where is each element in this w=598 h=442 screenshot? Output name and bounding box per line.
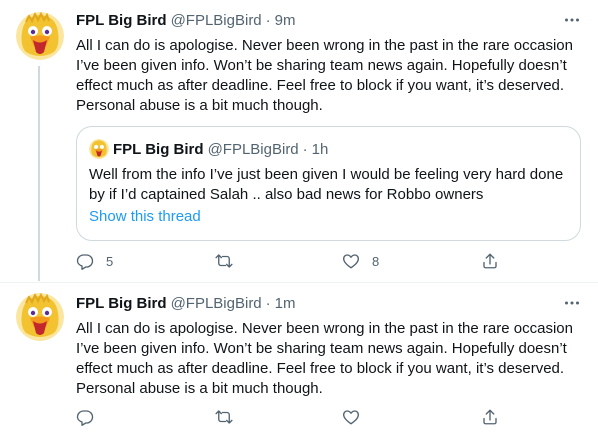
quote-text: Well from the info I’ve just been given … xyxy=(89,166,564,203)
tweet-text: All I can do is apologise. Never been wr… xyxy=(76,37,573,114)
share-icon xyxy=(483,253,497,269)
share-button[interactable] xyxy=(481,250,499,272)
quote-header: FPL Big Bird @FPLBigBird · 1h xyxy=(89,139,328,159)
separator-dot: · xyxy=(302,140,308,158)
more-options-icon[interactable] xyxy=(562,293,582,313)
show-thread-link[interactable]: Show this thread xyxy=(89,208,201,225)
heart-icon xyxy=(343,254,359,269)
tweet-actions xyxy=(76,406,506,428)
tweet[interactable]: FPL Big Bird @FPLBigBird · 1m All I can … xyxy=(0,283,598,442)
big-bird-avatar-icon[interactable] xyxy=(16,293,64,341)
tweet-feed: FPL Big Bird @FPLBigBird · 9m All I can … xyxy=(0,0,598,442)
tweet[interactable]: FPL Big Bird @FPLBigBird · 9m All I can … xyxy=(0,0,598,283)
share-icon xyxy=(483,409,497,425)
like-count: 8 xyxy=(372,253,380,269)
thread-connector-line xyxy=(38,66,40,281)
author-name[interactable]: FPL Big Bird xyxy=(76,295,167,312)
author-handle[interactable]: @FPLBigBird xyxy=(171,12,262,29)
tweet-header: FPL Big Bird @FPLBigBird · 9m xyxy=(76,10,296,30)
retweet-icon xyxy=(215,254,233,268)
reply-icon xyxy=(76,410,94,426)
quote-author-handle: @FPLBigBird xyxy=(207,140,299,158)
big-bird-avatar-icon[interactable] xyxy=(16,12,64,60)
like-button[interactable] xyxy=(342,406,372,428)
like-button[interactable]: 8 xyxy=(342,250,379,272)
author-handle[interactable]: @FPLBigBird xyxy=(171,295,262,312)
separator-dot: · xyxy=(265,11,271,29)
quote-author-name: FPL Big Bird xyxy=(113,140,204,158)
reply-count: 5 xyxy=(106,253,114,269)
reply-button[interactable] xyxy=(76,406,106,428)
tweet-actions: 5 8 xyxy=(76,250,506,272)
share-button[interactable] xyxy=(481,406,499,428)
tweet-time[interactable]: 9m xyxy=(275,12,296,29)
big-bird-avatar-icon xyxy=(89,139,109,159)
retweet-button[interactable] xyxy=(215,406,245,428)
heart-icon xyxy=(343,410,359,425)
reply-button[interactable]: 5 xyxy=(76,250,113,272)
quoted-tweet[interactable]: FPL Big Bird @FPLBigBird · 1h Well from … xyxy=(76,126,581,241)
tweet-header: FPL Big Bird @FPLBigBird · 1m xyxy=(76,293,296,313)
reply-icon xyxy=(76,254,94,270)
more-options-icon[interactable] xyxy=(562,10,582,30)
author-name[interactable]: FPL Big Bird xyxy=(76,12,167,29)
separator-dot: · xyxy=(265,294,271,312)
tweet-time[interactable]: 1m xyxy=(275,295,296,312)
tweet-text: All I can do is apologise. Never been wr… xyxy=(76,320,573,397)
retweet-button[interactable] xyxy=(215,250,245,272)
quote-time: 1h xyxy=(311,140,329,158)
retweet-icon xyxy=(215,410,233,424)
